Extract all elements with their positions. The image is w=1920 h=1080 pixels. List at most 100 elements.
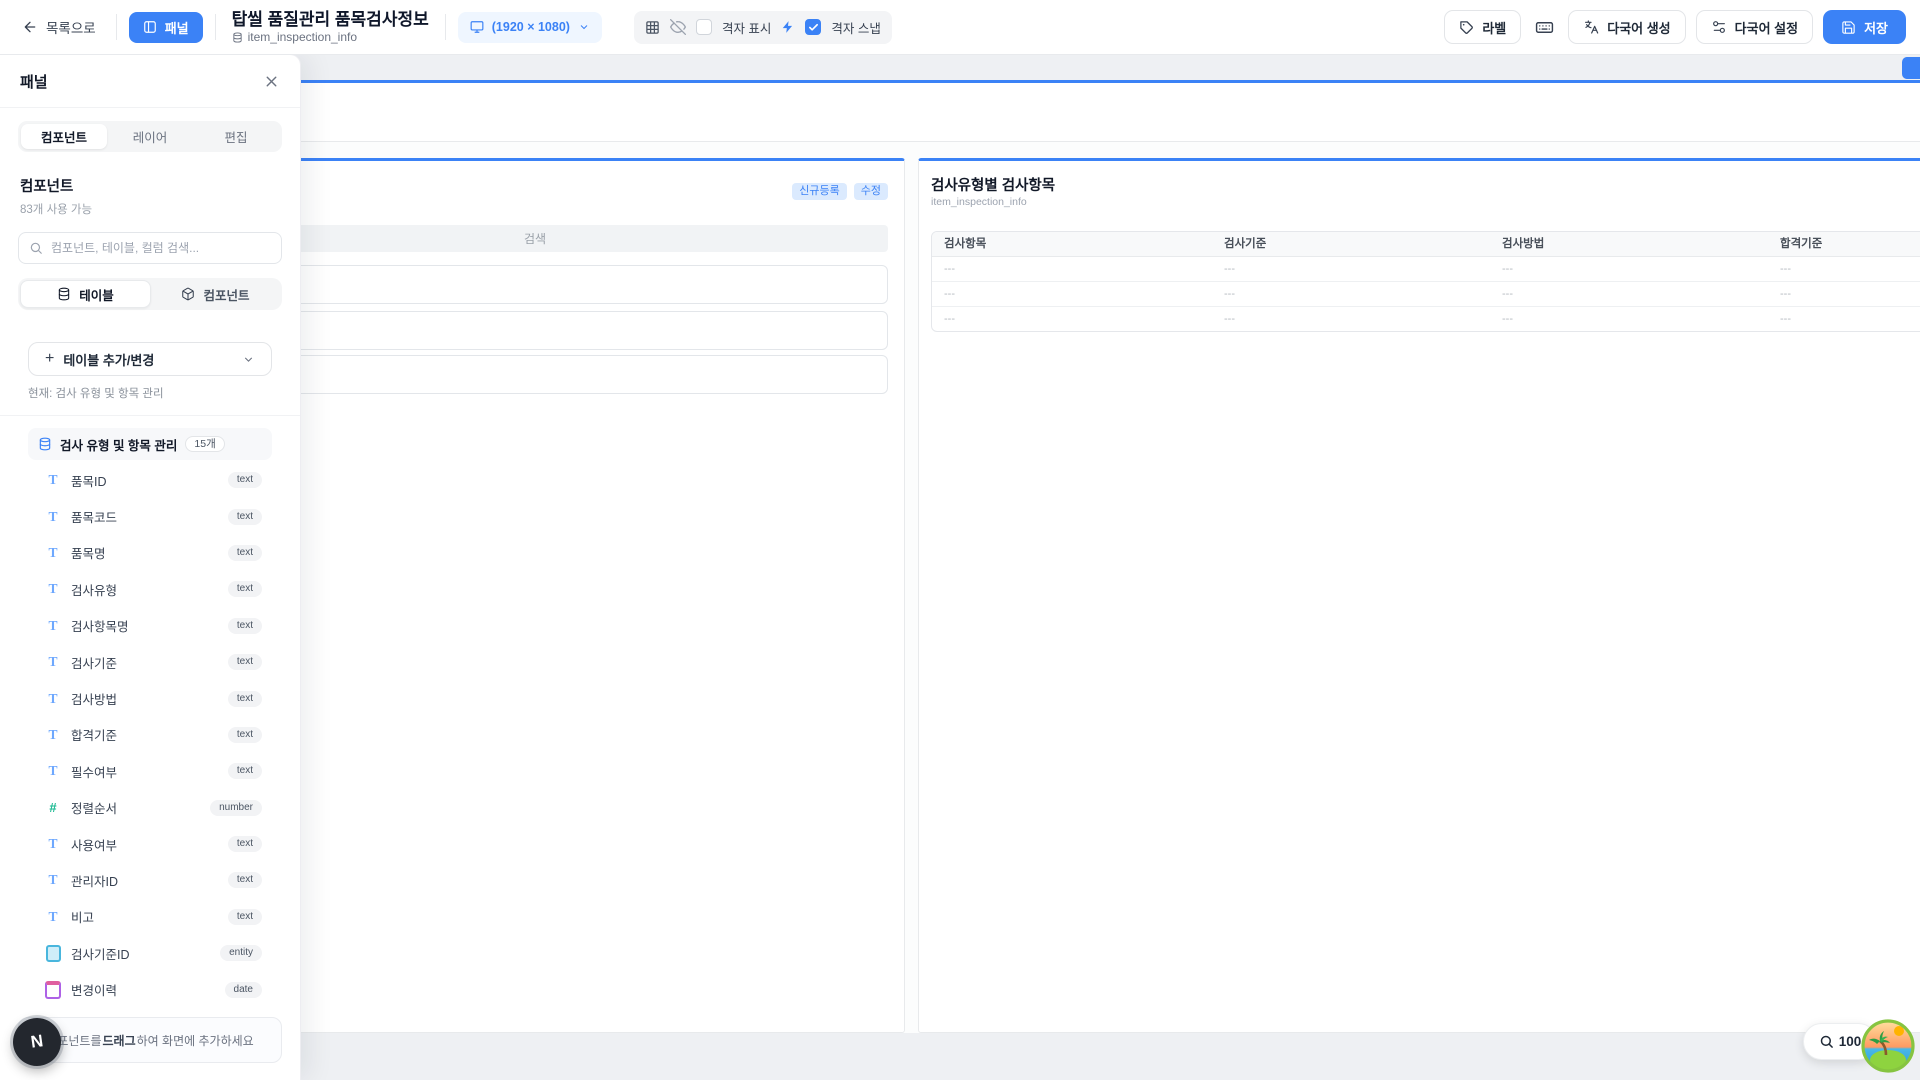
back-button[interactable]: 목록으로 xyxy=(14,11,104,43)
text-type-icon: T xyxy=(45,509,61,525)
field-row[interactable]: T필수여부text xyxy=(28,753,272,789)
i18n-generate-button[interactable]: 다국어 생성 xyxy=(1568,10,1685,44)
field-row[interactable]: T검사기준text xyxy=(28,644,272,680)
text-type-icon: T xyxy=(45,763,61,779)
field-row[interactable]: T 사용여부 text xyxy=(28,826,272,862)
field-type-badge: text xyxy=(228,836,262,852)
table-row: ------------ xyxy=(932,307,1920,331)
field-row[interactable]: T검사유형text xyxy=(28,571,272,607)
table-card-title: 검사유형별 검사항목 xyxy=(931,174,1055,195)
field-name: 사용여부 xyxy=(71,835,117,854)
text-type-icon: T xyxy=(45,545,61,561)
field-row[interactable]: T 품목명 text xyxy=(28,535,272,571)
grid-icon[interactable] xyxy=(645,20,660,35)
table-cell: --- xyxy=(932,307,1212,331)
field-row[interactable]: T관리자IDtext xyxy=(28,862,272,898)
table-cell: --- xyxy=(932,282,1212,306)
toggle-components[interactable]: 컴포넌트 xyxy=(151,280,280,308)
lightning-icon xyxy=(781,20,795,34)
database-icon xyxy=(38,437,52,451)
title-block: 탑씰 품질관리 품목검사정보 item_inspection_info xyxy=(232,11,429,43)
field-row[interactable]: T 품목코드 text xyxy=(28,498,272,534)
table-cell: --- xyxy=(932,257,1212,281)
label-button[interactable]: 라벨 xyxy=(1444,10,1521,44)
preview-table[interactable]: 검사항목검사기준검사방법합격기준 -----------------------… xyxy=(931,231,1920,332)
field-name: 품목명 xyxy=(71,543,106,562)
field-type-badge: text xyxy=(228,472,262,488)
field-row[interactable]: T검사방법text xyxy=(28,680,272,716)
field-type-badge: text xyxy=(228,654,262,670)
date-type-icon xyxy=(45,982,61,998)
form-action-badges: 신규등록 수정 xyxy=(792,183,888,200)
database-icon xyxy=(232,32,243,43)
field-type-badge: text xyxy=(228,691,262,707)
field-name: 검사기준 xyxy=(71,653,117,672)
monitor-icon xyxy=(470,20,484,34)
island-app-icon[interactable] xyxy=(1861,1019,1915,1073)
field-name: 검사방법 xyxy=(71,689,117,708)
plus-icon: + xyxy=(45,351,54,367)
divider xyxy=(215,14,216,40)
add-table-button[interactable]: + 테이블 추가/변경 xyxy=(28,342,272,376)
resolution-dropdown[interactable]: (1920 × 1080) xyxy=(458,12,602,43)
text-type-icon: T xyxy=(45,581,61,597)
field-name: 변경이력 xyxy=(71,980,117,999)
text-type-icon: T xyxy=(45,836,61,852)
table-cell: --- xyxy=(1768,282,1920,306)
field-name: 품목ID xyxy=(71,471,107,490)
canvas-table-card[interactable]: 검사유형별 검사항목 item_inspection_info 검사항목검사기준… xyxy=(918,158,1920,1033)
field-row[interactable]: 변경이력date xyxy=(28,971,272,1007)
field-type-badge: text xyxy=(228,545,262,561)
text-type-icon: T xyxy=(45,909,61,925)
text-type-icon: T xyxy=(45,618,61,634)
panel-toggle-button[interactable]: 패널 xyxy=(129,12,203,43)
grid-display-checkbox[interactable] xyxy=(696,19,712,35)
search-input[interactable] xyxy=(51,241,271,255)
edit-badge[interactable]: 수정 xyxy=(854,183,888,200)
tab-layers[interactable]: 레이어 xyxy=(107,124,193,149)
field-row[interactable]: T검사항목명text xyxy=(28,608,272,644)
app-screen: 목록으로 패널 탑씰 품질관리 품목검사정보 item_inspection_i… xyxy=(0,0,1920,1080)
field-row[interactable]: 검사기준IDentity xyxy=(28,935,272,971)
entity-type-icon xyxy=(45,945,61,961)
toggle-tables[interactable]: 테이블 xyxy=(20,280,151,308)
tab-edit[interactable]: 편집 xyxy=(193,124,279,149)
text-type-icon: T xyxy=(45,872,61,888)
field-type-badge: text xyxy=(228,509,262,525)
field-type-badge: text xyxy=(228,909,262,925)
table-group-name: 검사 유형 및 항목 관리 xyxy=(60,435,177,454)
tag-icon xyxy=(1459,20,1474,35)
field-row[interactable]: T품목IDtext xyxy=(28,462,272,498)
save-button[interactable]: 저장 xyxy=(1823,10,1906,44)
back-label: 목록으로 xyxy=(46,17,96,37)
table-group-header[interactable]: 검사 유형 및 항목 관리 15개 xyxy=(28,428,272,460)
grid-snap-checkbox[interactable] xyxy=(805,19,821,35)
field-name: 품목코드 xyxy=(71,507,117,526)
page-title: 탑씰 품질관리 품목검사정보 xyxy=(232,11,429,28)
chevron-down-icon xyxy=(578,21,590,33)
field-type-badge: text xyxy=(228,727,262,743)
tab-components[interactable]: 컴포넌트 xyxy=(21,124,107,149)
field-row[interactable]: #정렬순서number xyxy=(28,790,272,826)
magnifier-icon xyxy=(1819,1034,1834,1049)
table-cell: --- xyxy=(1768,307,1920,331)
register-badge[interactable]: 신규등록 xyxy=(792,183,846,200)
clipped-element[interactable] xyxy=(1902,57,1920,79)
eye-off-icon[interactable] xyxy=(670,19,686,35)
table-header-cell: 검사항목 xyxy=(932,232,1212,256)
canvas-header-section[interactable] xyxy=(165,80,1920,142)
toolbar: 목록으로 패널 탑씰 품질관리 품목검사정보 item_inspection_i… xyxy=(0,0,1920,55)
keyboard-shortcuts-button[interactable] xyxy=(1531,14,1558,41)
field-row[interactable]: T합격기준text xyxy=(28,717,272,753)
i18n-settings-button[interactable]: 다국어 설정 xyxy=(1696,10,1813,44)
field-name: 정렬순서 xyxy=(71,798,117,817)
panel-tabs: 컴포넌트 레이어 편집 xyxy=(18,121,282,152)
sliders-icon xyxy=(1711,19,1727,35)
table-cell: --- xyxy=(1490,257,1768,281)
close-icon[interactable] xyxy=(263,73,280,90)
field-name: 합격기준 xyxy=(71,725,117,744)
chevron-down-icon xyxy=(242,353,255,366)
field-row[interactable]: T비고text xyxy=(28,899,272,935)
table-row: ------------ xyxy=(932,257,1920,282)
table-cell: --- xyxy=(1212,257,1490,281)
